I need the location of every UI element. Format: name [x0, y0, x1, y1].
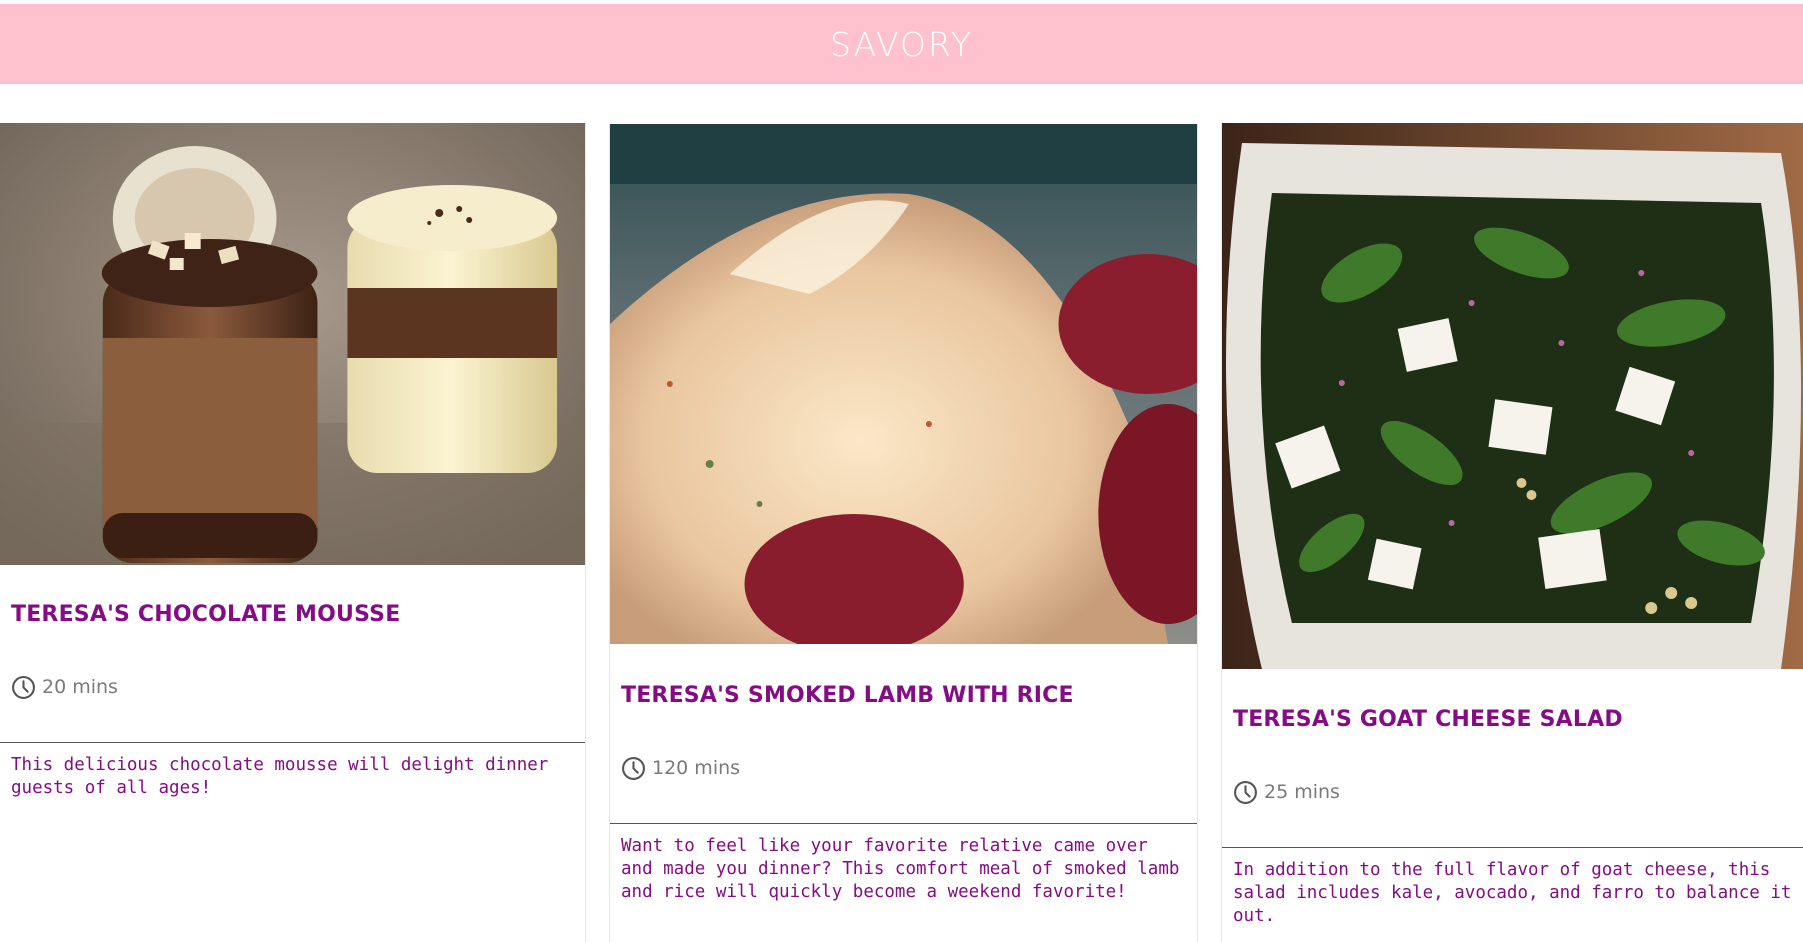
recipe-title[interactable]: TERESA'S GOAT CHEESE SALAD [1222, 707, 1803, 732]
category-title: SAVORY [830, 24, 973, 64]
recipe-title[interactable]: TERESA'S CHOCOLATE MOUSSE [0, 602, 585, 627]
cook-time: 25 mins [1222, 778, 1803, 806]
clock-icon [12, 675, 35, 699]
lamb-rice-photo[interactable] [610, 124, 1197, 644]
recipe-description: Want to feel like your favorite relative… [621, 836, 1180, 902]
recipe-description: In addition to the full flavor of goat c… [1233, 860, 1792, 926]
cook-time-value: 25 mins [1264, 781, 1340, 803]
recipe-description: This delicious chocolate mousse will del… [11, 755, 549, 798]
cook-time-value: 20 mins [42, 676, 118, 698]
cook-time: 120 mins [610, 754, 1197, 782]
cook-time-value: 120 mins [652, 757, 741, 779]
cook-time: 20 mins [0, 673, 585, 701]
recipe-title[interactable]: TERESA'S SMOKED LAMB WITH RICE [610, 683, 1197, 708]
recipe-card-goat-cheese-salad[interactable]: TERESA'S GOAT CHEESE SALAD 25 mins In ad… [1221, 123, 1803, 942]
chocolate-mousse-photo[interactable] [0, 123, 585, 565]
recipe-card-chocolate-mousse[interactable]: TERESA'S CHOCOLATE MOUSSE 20 mins This d… [0, 123, 586, 942]
goat-cheese-salad-photo[interactable] [1222, 123, 1803, 669]
clock-icon [1234, 780, 1257, 804]
clock-icon [622, 756, 645, 780]
recipe-card-smoked-lamb[interactable]: TERESA'S SMOKED LAMB WITH RICE 120 mins … [609, 124, 1198, 942]
category-banner: SAVORY [0, 4, 1803, 84]
